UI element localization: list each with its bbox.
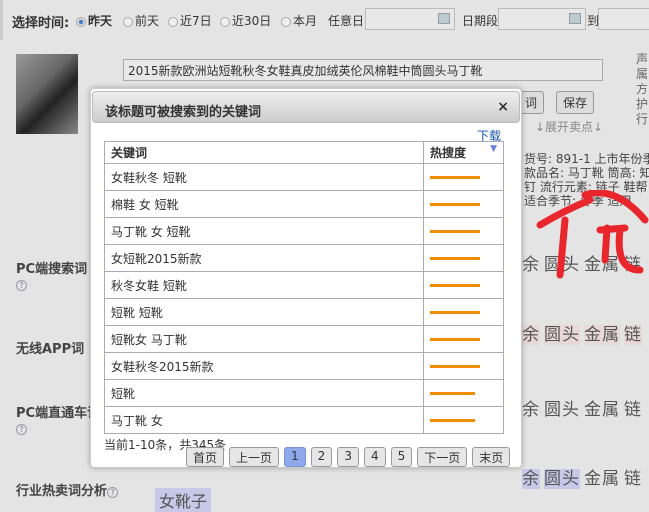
- heat-bar: [430, 257, 480, 260]
- col-heat[interactable]: 热搜度 ▼: [423, 141, 504, 164]
- heat-cell: [423, 298, 504, 326]
- heat-bar: [430, 203, 480, 206]
- tag-row: 余圆头 金属链: [522, 400, 642, 420]
- bottom-tag: 女靴子: [155, 488, 212, 512]
- table-row: 短靴 短靴: [104, 298, 504, 326]
- section-pc-ztc: PC端直通车词?: [16, 406, 101, 435]
- heat-bar: [430, 419, 475, 422]
- help-icon[interactable]: ?: [16, 424, 27, 435]
- help-icon[interactable]: ?: [107, 487, 119, 498]
- handwritten-annotation: [536, 190, 649, 279]
- any-day-input[interactable]: [365, 8, 455, 30]
- radio-day-before[interactable]: 前天: [123, 12, 159, 29]
- range-end-input[interactable]: [598, 8, 649, 30]
- section-pc-search: PC端搜索词?: [16, 262, 88, 291]
- table-row: 秋冬女鞋 短靴: [104, 271, 504, 299]
- heat-cell: [423, 163, 504, 191]
- heat-bar: [430, 176, 480, 179]
- heat-bar: [430, 392, 475, 395]
- save-button[interactable]: 保存: [556, 91, 595, 114]
- page-3-button[interactable]: 3: [337, 447, 359, 467]
- keyword-cell: 马丁靴 女 短靴: [104, 217, 424, 245]
- keyword-cell: 马丁靴 女: [104, 406, 424, 434]
- table-row: 女鞋秋冬2015新款: [104, 352, 504, 380]
- range-label: 日期段: [462, 14, 499, 28]
- table-row: 短靴女 马丁靴: [104, 325, 504, 353]
- table-row: 棉鞋 女 短靴: [104, 190, 504, 218]
- radio-30days[interactable]: 近30日: [220, 12, 271, 29]
- table-row: 短靴: [104, 379, 504, 407]
- keyword-cell: 棉鞋 女 短靴: [104, 190, 424, 218]
- radio-7days[interactable]: 近7日: [168, 12, 212, 29]
- tag-row: 余圆头 金属链: [522, 325, 642, 345]
- heat-bar: [430, 284, 480, 287]
- keyword-table: 关键词 热搜度 ▼ 女鞋秋冬 短靴 棉鞋 女 短靴 马丁靴 女 短靴 女短靴2015新款秋…: [104, 141, 504, 434]
- last-page-button[interactable]: 末页: [472, 447, 511, 467]
- close-icon[interactable]: ×: [497, 99, 509, 115]
- prev-page-button[interactable]: 上一页: [229, 447, 280, 467]
- time-label: 选择时间:: [12, 16, 70, 31]
- table-row: 女短靴2015新款: [104, 244, 504, 272]
- keyword-cell: 短靴: [104, 379, 424, 407]
- section-industry: 行业热卖词分析?: [16, 480, 119, 499]
- calendar-icon[interactable]: [569, 13, 581, 24]
- tag-row: 余圆头 金属链: [522, 469, 642, 489]
- page-4-button[interactable]: 4: [363, 447, 386, 467]
- radio-month[interactable]: 本月: [281, 12, 317, 29]
- keyword-cell: 女鞋秋冬2015新款: [104, 352, 424, 380]
- any-day-label: 任意日: [328, 14, 365, 28]
- modal-header: 该标题可被搜索到的关键词 ×: [92, 91, 520, 123]
- heat-cell: [423, 379, 504, 407]
- product-image: [16, 54, 78, 134]
- heat-cell: [423, 325, 504, 353]
- col-keyword: 关键词: [104, 141, 424, 164]
- sort-down-icon[interactable]: ▼: [490, 144, 497, 154]
- table-row: 女鞋秋冬 短靴: [104, 163, 504, 191]
- heat-cell: [423, 406, 504, 434]
- product-title-input[interactable]: 2015新款欧洲站短靴秋冬女鞋真皮加绒英伦风棉鞋中筒圆头马丁靴: [123, 59, 603, 81]
- calendar-icon[interactable]: [438, 13, 450, 24]
- keyword-cell: 女短靴2015新款: [104, 244, 424, 272]
- help-icon[interactable]: ?: [16, 280, 27, 291]
- heat-cell: [423, 271, 504, 299]
- heat-cell: [423, 244, 504, 272]
- page-2-button[interactable]: 2: [310, 447, 333, 467]
- range-start-input[interactable]: [498, 8, 586, 30]
- keyword-cell: 女鞋秋冬 短靴: [104, 163, 424, 191]
- page-1-button[interactable]: 1: [284, 447, 306, 467]
- heat-cell: [423, 352, 504, 380]
- table-row: 马丁靴 女: [104, 406, 504, 434]
- heat-bar: [430, 311, 480, 314]
- table-row: 马丁靴 女 短靴: [104, 217, 504, 245]
- keyword-modal: 该标题可被搜索到的关键词 × 下载 关键词 热搜度 ▼ 女鞋秋冬 短靴 棉鞋 女 短靴马…: [90, 88, 522, 468]
- keyword-cell: 短靴 短靴: [104, 298, 424, 326]
- first-page-button[interactable]: 首页: [186, 447, 225, 467]
- heat-cell: [423, 217, 504, 245]
- keyword-cell: 短靴女 马丁靴: [104, 325, 424, 353]
- radio-yesterday[interactable]: 昨天: [76, 12, 112, 29]
- heat-cell: [423, 190, 504, 218]
- keyword-cell: 秋冬女鞋 短靴: [104, 271, 424, 299]
- heat-bar: [430, 230, 480, 233]
- heat-bar: [430, 338, 480, 341]
- page-5-button[interactable]: 5: [390, 447, 413, 467]
- section-wireless-app: 无线APP词: [16, 342, 85, 357]
- pagination: 首页 上一页 1 2 3 4 5 下一页 末页: [186, 447, 511, 467]
- modal-title: 该标题可被搜索到的关键词: [105, 105, 262, 120]
- heat-bar: [430, 365, 480, 368]
- side-text: 声属方护行: [636, 52, 649, 126]
- next-page-button[interactable]: 下一页: [417, 447, 468, 467]
- expand-selling-points[interactable]: ↓展开卖点↓: [535, 118, 603, 135]
